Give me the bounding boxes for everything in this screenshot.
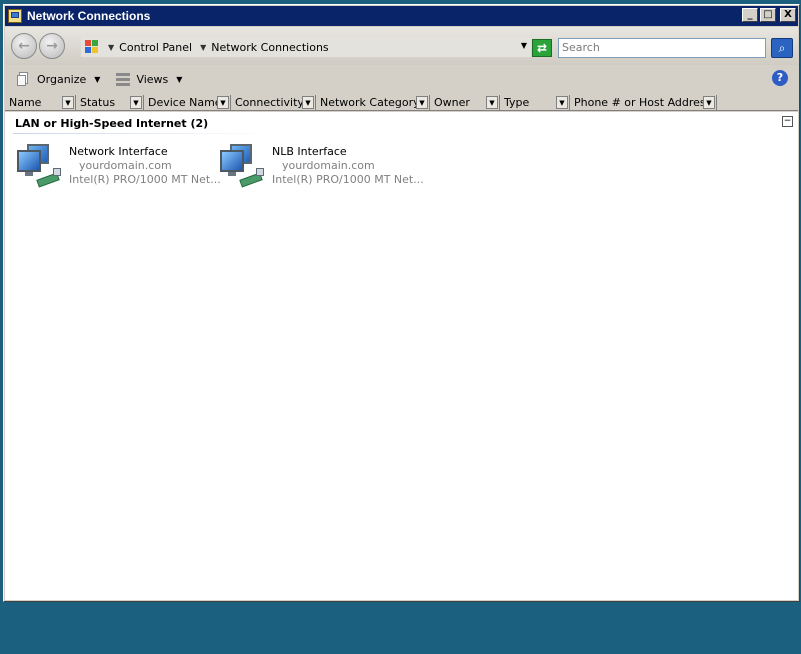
views-icon (116, 72, 131, 86)
chevron-down-icon[interactable]: ▼ (486, 96, 498, 109)
organize-label: Organize (37, 72, 87, 86)
views-button[interactable]: Views ▼ (112, 68, 186, 90)
breadcrumb-chevron-icon[interactable]: ▼ (200, 43, 206, 52)
group-header[interactable]: LAN or High-Speed Internet (2) (15, 117, 208, 130)
connection-name: Network Interface (69, 145, 168, 158)
chevron-down-icon[interactable]: ▼ (217, 96, 229, 109)
column-header-network-category[interactable]: Network Category ▼ (316, 95, 430, 111)
control-panel-icon (7, 8, 23, 24)
chevron-down-icon[interactable]: ▼ (703, 96, 715, 109)
column-header-device-name[interactable]: Device Name ▼ (144, 95, 231, 111)
window-title: Network Connections (27, 9, 151, 23)
connection-adapter: Intel(R) PRO/1000 MT Net... (69, 173, 221, 186)
maximize-button[interactable]: □ (760, 8, 776, 22)
network-connection-icon (15, 142, 63, 188)
column-header-connectivity[interactable]: Connectivity ▼ (231, 95, 316, 111)
organize-icon (17, 72, 31, 86)
list-item[interactable]: NLB Interface yourdomain.com Intel(R) PR… (218, 142, 424, 190)
network-connections-window: Network Connections _ □ X ← → ▼ Control … (3, 4, 800, 602)
column-header-phone-host[interactable]: Phone # or Host Address ▼ (570, 95, 717, 111)
column-header-name[interactable]: Name ▼ (5, 95, 76, 111)
title-bar[interactable]: Network Connections _ □ X (5, 6, 798, 26)
chevron-down-icon: ▼ (176, 74, 183, 84)
list-item[interactable]: Network Interface yourdomain.com Intel(R… (15, 142, 221, 190)
search-icon: ⌕ (778, 41, 786, 55)
chevron-down-icon[interactable]: ▼ (130, 96, 142, 109)
back-arrow-icon: ← (18, 38, 30, 54)
collapse-group-button[interactable]: − (782, 116, 793, 127)
column-header-owner[interactable]: Owner ▼ (430, 95, 500, 111)
column-headers: Name ▼ Status ▼ Device Name ▼ Connectivity ▼… (5, 95, 798, 111)
chevron-down-icon[interactable]: ▼ (62, 96, 74, 109)
address-dropdown-icon[interactable]: ▼ (521, 41, 527, 50)
help-button[interactable]: ? (772, 70, 788, 86)
network-connection-icon (218, 142, 266, 188)
forward-arrow-icon: → (46, 38, 58, 54)
search-input[interactable]: Search (558, 38, 766, 58)
group-divider (13, 133, 271, 134)
breadcrumb-chevron-icon[interactable]: ▼ (108, 43, 114, 52)
connection-adapter: Intel(R) PRO/1000 MT Net... (272, 173, 424, 186)
minimize-button[interactable]: _ (742, 8, 758, 22)
connection-domain: yourdomain.com (282, 159, 375, 172)
chevron-down-icon: ▼ (94, 74, 101, 84)
desktop-background (0, 602, 801, 654)
connection-domain: yourdomain.com (79, 159, 172, 172)
breadcrumb-item-control-panel[interactable]: Control Panel (119, 41, 192, 54)
chevron-down-icon[interactable]: ▼ (556, 96, 568, 109)
organize-button[interactable]: Organize ▼ (13, 68, 104, 90)
views-label: Views (136, 72, 169, 86)
forward-button[interactable]: → (39, 33, 65, 59)
breadcrumb-item-network-connections[interactable]: Network Connections (211, 41, 328, 54)
control-panel-icon (84, 39, 100, 55)
command-toolbar: Organize ▼ Views ▼ ? (5, 65, 798, 93)
address-bar: ← → ▼ Control Panel ▼ Network Connection… (5, 27, 798, 65)
column-header-status[interactable]: Status ▼ (76, 95, 144, 111)
back-button[interactable]: ← (11, 33, 37, 59)
refresh-icon: ⇄ (536, 41, 548, 55)
refresh-button[interactable]: ⇄ (532, 39, 552, 57)
column-header-type[interactable]: Type ▼ (500, 95, 570, 111)
search-button[interactable]: ⌕ (771, 38, 793, 58)
breadcrumb[interactable]: ▼ Control Panel ▼ Network Connections ▼ (81, 37, 531, 57)
chevron-down-icon[interactable]: ▼ (416, 96, 428, 109)
close-button[interactable]: X (780, 8, 796, 22)
connections-list[interactable]: LAN or High-Speed Internet (2) − Network… (5, 112, 798, 600)
chevron-down-icon[interactable]: ▼ (302, 96, 314, 109)
connection-name: NLB Interface (272, 145, 347, 158)
